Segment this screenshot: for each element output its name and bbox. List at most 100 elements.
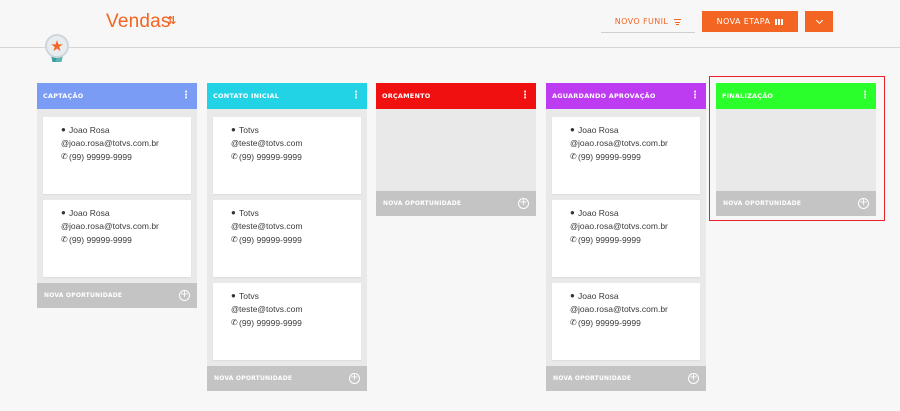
- contact-email: teste@totvs.com: [239, 138, 303, 149]
- at-icon: @: [231, 304, 240, 314]
- phone-icon: ✆: [570, 152, 577, 162]
- add-opportunity-label: NOVA OPORTUNIDADE: [553, 375, 632, 382]
- plus-circle-icon: +: [179, 289, 190, 301]
- at-icon: @: [61, 138, 70, 148]
- stage-title: AGUARDANDO APROVAÇÃO: [552, 92, 656, 100]
- opportunity-card[interactable]: ● Joao Rosa @ joao.rosa@totvs.com.br ✆ (99)…: [552, 117, 700, 194]
- at-icon: @: [570, 304, 579, 314]
- contact-email: joao.rosa@totvs.com.br: [69, 221, 159, 232]
- contact-phone: (99) 99999-9999: [578, 317, 641, 328]
- contact-name: Joao Rosa: [69, 124, 110, 135]
- opportunity-card[interactable]: ● Joao Rosa @ joao.rosa@totvs.com.br ✆ (99)…: [552, 200, 700, 277]
- add-opportunity-label: NOVA OPORTUNIDADE: [44, 292, 123, 299]
- phone-icon: ✆: [61, 152, 68, 162]
- opportunity-card[interactable]: ● Totvs @ teste@totvs.com ✆ (99) 99999-9999: [213, 283, 361, 360]
- opportunity-card[interactable]: ● Totvs @ teste@totvs.com ✆ (99) 99999-9999: [213, 200, 361, 277]
- add-opportunity-button[interactable]: NOVA OPORTUNIDADE +: [376, 191, 536, 216]
- contact-phone: (99) 99999-9999: [239, 317, 302, 328]
- new-funnel-label: NOVO FUNIL: [614, 17, 669, 26]
- options-dropdown-button[interactable]: [805, 11, 833, 32]
- star-medal-icon: ★: [45, 34, 69, 64]
- stage-cards: ● Joao Rosa @ joao.rosa@totvs.com.br ✆ (99)…: [37, 109, 197, 277]
- contact-name: Joao Rosa: [578, 290, 619, 301]
- kebab-menu-icon[interactable]: ⋮: [690, 91, 700, 101]
- contact-email: teste@totvs.com: [239, 221, 303, 232]
- top-header: Vendas ⇅ NOVO FUNIL NOVA ETAPA: [0, 0, 900, 48]
- at-icon: @: [570, 138, 579, 148]
- opportunity-card[interactable]: ● Joao Rosa @ joao.rosa@totvs.com.br ✆ (99)…: [43, 117, 191, 194]
- add-opportunity-button[interactable]: NOVA OPORTUNIDADE +: [37, 283, 197, 308]
- stage-header: AGUARDANDO APROVAÇÃO ⋮: [546, 83, 706, 109]
- contact-name: Joao Rosa: [578, 207, 619, 218]
- add-opportunity-button[interactable]: NOVA OPORTUNIDADE +: [546, 366, 706, 391]
- user-icon: ●: [570, 125, 575, 135]
- new-stage-button[interactable]: NOVA ETAPA: [702, 11, 798, 32]
- contact-phone: (99) 99999-9999: [578, 151, 641, 162]
- plus-circle-icon: +: [688, 372, 699, 384]
- plus-circle-icon: +: [518, 197, 529, 209]
- add-opportunity-button[interactable]: NOVA OPORTUNIDADE +: [207, 366, 367, 391]
- at-icon: @: [570, 221, 579, 231]
- phone-icon: ✆: [570, 318, 577, 328]
- user-icon: ●: [61, 125, 66, 135]
- stage-cards: ● Totvs @ teste@totvs.com ✆ (99) 99999-9999…: [207, 109, 367, 360]
- page-title: Vendas: [106, 11, 171, 32]
- stage-header: CONTATO INICIAL ⋮: [207, 83, 367, 109]
- at-icon: @: [231, 138, 240, 148]
- opportunity-card[interactable]: ● Totvs @ teste@totvs.com ✆ (99) 99999-9999: [213, 117, 361, 194]
- chevron-down-icon: [815, 16, 823, 24]
- user-icon: ●: [231, 125, 236, 135]
- contact-name: Totvs: [239, 207, 259, 218]
- stage-title: CONTATO INICIAL: [213, 92, 280, 100]
- stage-cards: ● Joao Rosa @ joao.rosa@totvs.com.br ✆ (99)…: [546, 109, 706, 360]
- contact-phone: (99) 99999-9999: [69, 234, 132, 245]
- user-icon: ●: [231, 208, 236, 218]
- phone-icon: ✆: [231, 318, 238, 328]
- kebab-menu-icon[interactable]: ⋮: [181, 91, 191, 101]
- user-icon: ●: [61, 208, 66, 218]
- contact-name: Joao Rosa: [578, 124, 619, 135]
- contact-phone: (99) 99999-9999: [239, 234, 302, 245]
- stage-column-captacao: CAPTAÇÃO ⋮ ● Joao Rosa @ joao.rosa@totvs.c…: [37, 83, 197, 308]
- add-opportunity-label: NOVA OPORTUNIDADE: [383, 200, 462, 207]
- filter-icon: [674, 18, 682, 25]
- user-icon: ●: [570, 291, 575, 301]
- stage-title: CAPTAÇÃO: [43, 92, 84, 100]
- opportunity-card[interactable]: ● Joao Rosa @ joao.rosa@totvs.com.br ✆ (99)…: [552, 283, 700, 360]
- stage-header: CAPTAÇÃO ⋮: [37, 83, 197, 109]
- kebab-menu-icon[interactable]: ⋮: [351, 91, 361, 101]
- user-icon: ●: [570, 208, 575, 218]
- contact-name: Totvs: [239, 124, 259, 135]
- contact-name: Joao Rosa: [69, 207, 110, 218]
- at-icon: @: [231, 221, 240, 231]
- stage-column-aguardando-aprovacao: AGUARDANDO APROVAÇÃO ⋮ ● Joao Rosa @ joao.…: [546, 83, 706, 391]
- contact-name: Totvs: [239, 290, 259, 301]
- stage-column-orcamento: ORÇAMENTO ⋮ NOVA OPORTUNIDADE +: [376, 83, 536, 216]
- user-icon: ●: [231, 291, 236, 301]
- kebab-menu-icon[interactable]: ⋮: [520, 91, 530, 101]
- phone-icon: ✆: [570, 235, 577, 245]
- contact-email: teste@totvs.com: [239, 304, 303, 315]
- phone-icon: ✆: [231, 235, 238, 245]
- contact-phone: (99) 99999-9999: [69, 151, 132, 162]
- sort-arrows-icon[interactable]: ⇅: [167, 14, 176, 27]
- phone-icon: ✆: [231, 152, 238, 162]
- new-stage-label: NOVA ETAPA: [716, 17, 771, 26]
- stage-header: ORÇAMENTO ⋮: [376, 83, 536, 109]
- columns-icon: [775, 18, 784, 25]
- at-icon: @: [61, 221, 70, 231]
- contact-email: joao.rosa@totvs.com.br: [578, 221, 668, 232]
- add-opportunity-label: NOVA OPORTUNIDADE: [214, 375, 293, 382]
- contact-email: joao.rosa@totvs.com.br: [578, 138, 668, 149]
- contact-phone: (99) 99999-9999: [578, 234, 641, 245]
- new-funnel-button[interactable]: NOVO FUNIL: [601, 11, 695, 33]
- contact-email: joao.rosa@totvs.com.br: [578, 304, 668, 315]
- opportunity-card[interactable]: ● Joao Rosa @ joao.rosa@totvs.com.br ✆ (99)…: [43, 200, 191, 277]
- phone-icon: ✆: [61, 235, 68, 245]
- contact-phone: (99) 99999-9999: [239, 151, 302, 162]
- stage-column-contato-inicial: CONTATO INICIAL ⋮ ● Totvs @ teste@totvs.co…: [207, 83, 367, 391]
- stage-cards: [376, 109, 536, 191]
- plus-circle-icon: +: [349, 372, 360, 384]
- stage-title: ORÇAMENTO: [382, 92, 431, 100]
- contact-email: joao.rosa@totvs.com.br: [69, 138, 159, 149]
